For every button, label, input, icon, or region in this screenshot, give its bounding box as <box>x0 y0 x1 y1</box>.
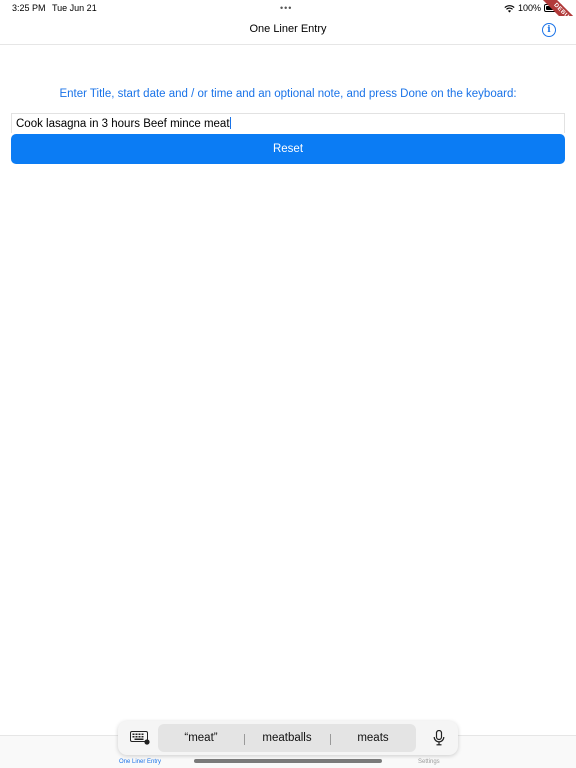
status-date: Tue Jun 21 <box>52 3 97 13</box>
keyboard-suggestion-bar: “meat” meatballs meats <box>118 721 458 755</box>
suggestion-item[interactable]: meatballs <box>244 732 330 745</box>
instructions-text: Enter Title, start date and / or time an… <box>59 88 517 100</box>
battery-percent: 100% <box>517 3 541 13</box>
page-title: One Liner Entry <box>249 23 327 35</box>
app-screen: 3:25 PM Tue Jun 21 ••• 100% DEBUG One Li… <box>0 0 576 768</box>
suggestion-item[interactable]: “meat” <box>158 732 244 744</box>
one-liner-input-value: Cook lasagna in 3 hours Beef mince meat <box>16 118 230 130</box>
microphone-icon[interactable] <box>433 730 445 746</box>
multitasking-dots-icon[interactable]: ••• <box>280 3 292 13</box>
keyboard-icon[interactable] <box>130 731 150 745</box>
reset-button[interactable]: Reset <box>11 134 565 164</box>
tab-settings[interactable]: Settings <box>418 759 440 765</box>
navigation-bar: One Liner Entry i <box>0 16 576 45</box>
home-indicator[interactable] <box>194 759 382 763</box>
info-icon[interactable]: i <box>542 23 556 37</box>
tab-one-liner-entry[interactable]: One Liner Entry <box>119 759 161 765</box>
text-caret <box>229 117 232 129</box>
suggestion-item[interactable]: meats <box>330 732 416 745</box>
one-liner-input[interactable]: Cook lasagna in 3 hours Beef mince meat <box>11 113 565 133</box>
suggestion-list: “meat” meatballs meats <box>158 724 416 752</box>
status-time: 3:25 PM <box>12 3 46 13</box>
status-bar: 3:25 PM Tue Jun 21 ••• 100% <box>0 0 576 16</box>
wifi-icon <box>504 4 515 13</box>
